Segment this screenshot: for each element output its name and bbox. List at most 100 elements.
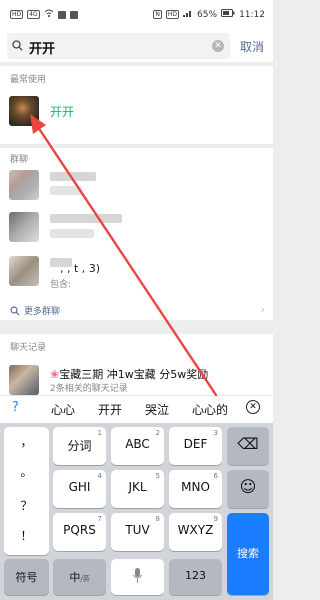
blurred-group-name xyxy=(50,214,122,223)
nfc-chip: N xyxy=(153,10,162,19)
symbol-question[interactable]: ？ xyxy=(4,497,49,514)
key-label: JKL xyxy=(128,480,147,494)
space-key[interactable] xyxy=(111,559,164,595)
symbol-key[interactable]: 符号 xyxy=(4,559,49,595)
number-key-label: 123 xyxy=(185,569,206,582)
number-key[interactable]: 123 xyxy=(169,559,222,595)
avatar[interactable] xyxy=(9,96,39,126)
blurred-group-sub xyxy=(50,186,82,195)
hd-chip: HD xyxy=(10,10,24,19)
status-bar: HD 4G N HD 65% 11:12 xyxy=(0,0,273,30)
key-5[interactable]: 5 JKL xyxy=(111,470,164,508)
question-candidate[interactable]: ? xyxy=(12,400,19,415)
symbol-comma[interactable]: ， xyxy=(4,433,49,450)
key-2[interactable]: 2 ABC xyxy=(111,427,164,465)
clock: 11:12 xyxy=(239,9,265,20)
records-title: 聊天记录 xyxy=(10,343,47,353)
key-num: 4 xyxy=(97,472,102,480)
key-label: PQRS xyxy=(63,523,96,537)
key-num: 1 xyxy=(97,429,102,437)
key-4[interactable]: 4 GHI xyxy=(53,470,106,508)
record-title-text: 宝藏三期 冲1w宝藏 分5w奖励 xyxy=(59,368,209,381)
search-key-button[interactable]: 搜索 xyxy=(227,513,269,595)
search-input[interactable]: 开开 ✕ xyxy=(7,33,230,59)
notification-icon xyxy=(57,10,66,19)
key-num: 2 xyxy=(155,429,160,437)
search-key-label: 搜索 xyxy=(237,547,259,560)
frequent-title: 最常使用 xyxy=(10,75,47,85)
battery-percent: 65% xyxy=(197,9,218,20)
search-icon xyxy=(10,305,20,315)
key-1[interactable]: 1 分词 xyxy=(53,427,106,465)
search-query: 开开 xyxy=(29,42,56,57)
language-switch-key[interactable]: 中/英 xyxy=(53,559,106,595)
key-label: ABC xyxy=(125,437,150,451)
key-label: WXYZ xyxy=(177,523,214,537)
key-8[interactable]: 8 TUV xyxy=(111,513,164,551)
language-key-label: 中/英 xyxy=(53,569,106,585)
groups-section xyxy=(0,148,273,320)
lang-sub: /英 xyxy=(80,575,90,583)
clear-icon[interactable]: ✕ xyxy=(212,40,224,52)
blurred-group-name xyxy=(50,172,96,181)
search-icon xyxy=(12,40,23,51)
battery-icon xyxy=(221,9,235,20)
emoji-button[interactable]: ☺ xyxy=(227,470,269,508)
wifi-icon xyxy=(44,9,54,20)
key-num: 3 xyxy=(213,429,218,437)
symbol-key-label: 符号 xyxy=(15,571,38,584)
backspace-button[interactable]: ⌫ xyxy=(227,427,269,465)
status-left: HD 4G xyxy=(10,9,78,20)
group-name-fragment: , , t , 3) xyxy=(60,262,101,275)
hd-chip-right: HD xyxy=(165,10,180,19)
flower-icon: ❀ xyxy=(50,368,60,381)
emoji-icon: ☺ xyxy=(239,477,257,496)
symbol-column[interactable]: ， 。 ？ ！ xyxy=(4,427,49,555)
symbol-period[interactable]: 。 xyxy=(4,463,49,480)
key-7[interactable]: 7 PQRS xyxy=(53,513,106,551)
group-avatar[interactable] xyxy=(9,212,39,242)
key-6[interactable]: 6 MNO xyxy=(169,470,222,508)
key-3[interactable]: 3 DEF xyxy=(169,427,222,465)
key-num: 9 xyxy=(213,515,218,523)
signal-icon xyxy=(183,9,193,20)
avatar[interactable] xyxy=(9,365,39,395)
status-right: N HD 65% 11:12 xyxy=(153,9,265,20)
backspace-icon: ⌫ xyxy=(237,435,259,453)
symbol-exclaim[interactable]: ！ xyxy=(4,527,49,544)
key-num: 5 xyxy=(155,472,160,480)
candidate-bar: ? 心心 开开 哭泣 心心的 ✕ xyxy=(0,395,273,423)
keyboard: ， 。 ？ ！ 1 分词 2 ABC 3 DEF ⌫ 4 GHI 5 JKL 6… xyxy=(0,423,273,600)
groups-title: 群聊 xyxy=(10,155,29,165)
network-chip: 4G xyxy=(27,10,40,19)
key-label: 分词 xyxy=(67,439,92,453)
group-avatar[interactable] xyxy=(9,256,39,286)
candidate-2[interactable]: 开开 xyxy=(98,401,122,418)
key-label: MNO xyxy=(181,480,210,494)
key-num: 6 xyxy=(213,472,218,480)
candidate-1[interactable]: 心心 xyxy=(51,401,75,418)
app-icon xyxy=(69,10,78,19)
microphone-icon xyxy=(133,568,142,583)
cancel-button[interactable]: 取消 xyxy=(240,38,264,55)
lang-main: 中 xyxy=(69,571,81,584)
candidate-3[interactable]: 哭泣 xyxy=(145,401,169,418)
key-num: 7 xyxy=(97,515,102,523)
record-sub: 2条相关的聊天记录 xyxy=(50,384,128,394)
contact-name[interactable]: 开开 xyxy=(50,103,74,120)
key-9[interactable]: 9 WXYZ xyxy=(169,513,222,551)
search-bar: 开开 ✕ 取消 xyxy=(0,30,273,62)
key-label: TUV xyxy=(125,523,150,537)
blurred-group-sub xyxy=(50,229,94,238)
more-groups-label: 更多群聊 xyxy=(24,307,61,317)
collapse-candidates-icon[interactable]: ✕ xyxy=(246,400,260,414)
key-num: 8 xyxy=(155,515,160,523)
group-sub: 包含: xyxy=(50,280,72,290)
chevron-right-icon: › xyxy=(260,303,265,316)
more-groups-link[interactable]: 更多群聊 xyxy=(10,304,60,317)
key-label: GHI xyxy=(68,480,91,494)
key-label: DEF xyxy=(183,437,208,451)
record-title[interactable]: ❀宝藏三期 冲1w宝藏 分5w奖励 xyxy=(50,366,208,382)
group-avatar[interactable] xyxy=(9,170,39,200)
candidate-4[interactable]: 心心的 xyxy=(192,401,228,418)
